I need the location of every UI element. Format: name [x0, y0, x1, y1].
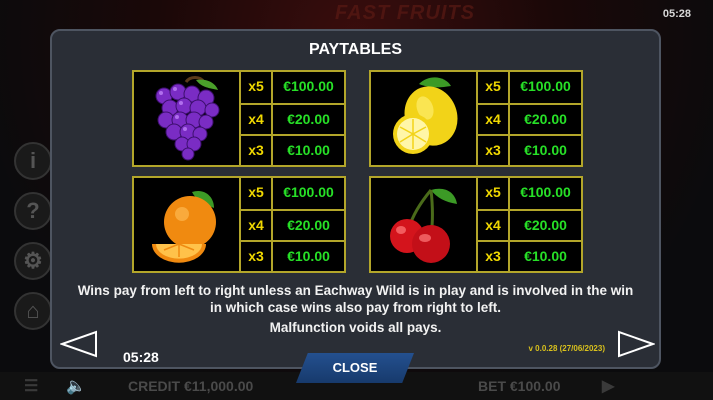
payout-amount: €10.00 [287, 248, 330, 264]
payout-amount: €20.00 [524, 217, 567, 233]
multiplier-label: x5 [478, 72, 510, 103]
multiplier-label: x4 [241, 105, 273, 136]
multiplier-label: x4 [478, 211, 510, 242]
payout-amount: €20.00 [287, 111, 330, 127]
payout-amount: €100.00 [283, 184, 334, 200]
pay-row-x3: x3 €10.00 [241, 240, 344, 273]
pay-row-x3: x3 €10.00 [478, 240, 581, 273]
multiplier-label: x3 [478, 242, 510, 273]
previous-page-arrow-icon[interactable] [60, 330, 98, 358]
bet-display: BET €100.00 [478, 378, 561, 394]
multiplier-label: x5 [241, 178, 273, 209]
payout-amount: €10.00 [524, 142, 567, 158]
payout-amount: €10.00 [524, 248, 567, 264]
next-page-arrow-icon[interactable] [617, 330, 655, 358]
multiplier-label: x3 [241, 136, 273, 167]
menu-icon[interactable]: ☰ [24, 376, 38, 396]
clock: 05:28 [123, 349, 159, 365]
multiplier-label: x5 [478, 178, 510, 209]
pay-row-x4: x4 €20.00 [241, 103, 344, 136]
payout-amount: €100.00 [520, 78, 571, 94]
orange-icon [134, 178, 241, 271]
version-label: v 0.0.28 (27/06/2023) [528, 344, 605, 353]
pay-row-x4: x4 €20.00 [478, 103, 581, 136]
payout-amount: €100.00 [520, 184, 571, 200]
multiplier-label: x4 [478, 105, 510, 136]
payout-amount: €20.00 [287, 217, 330, 233]
paytable-modal: PAYTABLES x5 €100.00 x4 €20.00 x3 €10.00… [50, 29, 661, 369]
pay-row-x5: x5 €100.00 [478, 72, 581, 103]
multiplier-label: x5 [241, 72, 273, 103]
lemon-icon [371, 72, 478, 165]
game-logo: FAST FRUITS [335, 2, 475, 24]
paytable-orange: x5 €100.00 x4 €20.00 x3 €10.00 [132, 176, 346, 273]
pay-row-x4: x4 €20.00 [241, 209, 344, 242]
multiplier-label: x3 [241, 242, 273, 273]
malfunction-text: Malfunction voids all pays. [269, 320, 442, 335]
multiplier-label: x4 [241, 211, 273, 242]
home-icon[interactable]: ⌂ [14, 292, 52, 330]
paytable-cherry: x5 €100.00 x4 €20.00 x3 €10.00 [369, 176, 583, 273]
autoplay-icon[interactable]: ▶ [602, 376, 614, 396]
payout-amount: €10.00 [287, 142, 330, 158]
pay-row-x5: x5 €100.00 [478, 178, 581, 209]
pay-row-x3: x3 €10.00 [241, 134, 344, 167]
pay-row-x5: x5 €100.00 [241, 178, 344, 209]
settings-icon[interactable]: ⚙ [14, 242, 52, 280]
pay-row-x3: x3 €10.00 [478, 134, 581, 167]
paytable-grapes: x5 €100.00 x4 €20.00 x3 €10.00 [132, 70, 346, 167]
credit-display: CREDIT €11,000.00 [128, 378, 254, 394]
payout-amount: €100.00 [283, 78, 334, 94]
multiplier-label: x3 [478, 136, 510, 167]
pay-row-x5: x5 €100.00 [241, 72, 344, 103]
cherry-icon [371, 178, 478, 271]
sound-icon[interactable]: 🔈 [66, 376, 86, 396]
help-icon[interactable]: ? [14, 192, 52, 230]
grapes-icon [134, 72, 241, 165]
modal-title: PAYTABLES [308, 41, 403, 58]
close-button[interactable]: CLOSE [296, 353, 414, 383]
payout-amount: €20.00 [524, 111, 567, 127]
pay-row-x4: x4 €20.00 [478, 209, 581, 242]
paytable-lemon: x5 €100.00 x4 €20.00 x3 €10.00 [369, 70, 583, 167]
info-icon[interactable]: i [14, 142, 52, 180]
top-clock: 05:28 [662, 8, 691, 20]
rules-text: Wins pay from left to right unless an Ea… [77, 283, 634, 315]
